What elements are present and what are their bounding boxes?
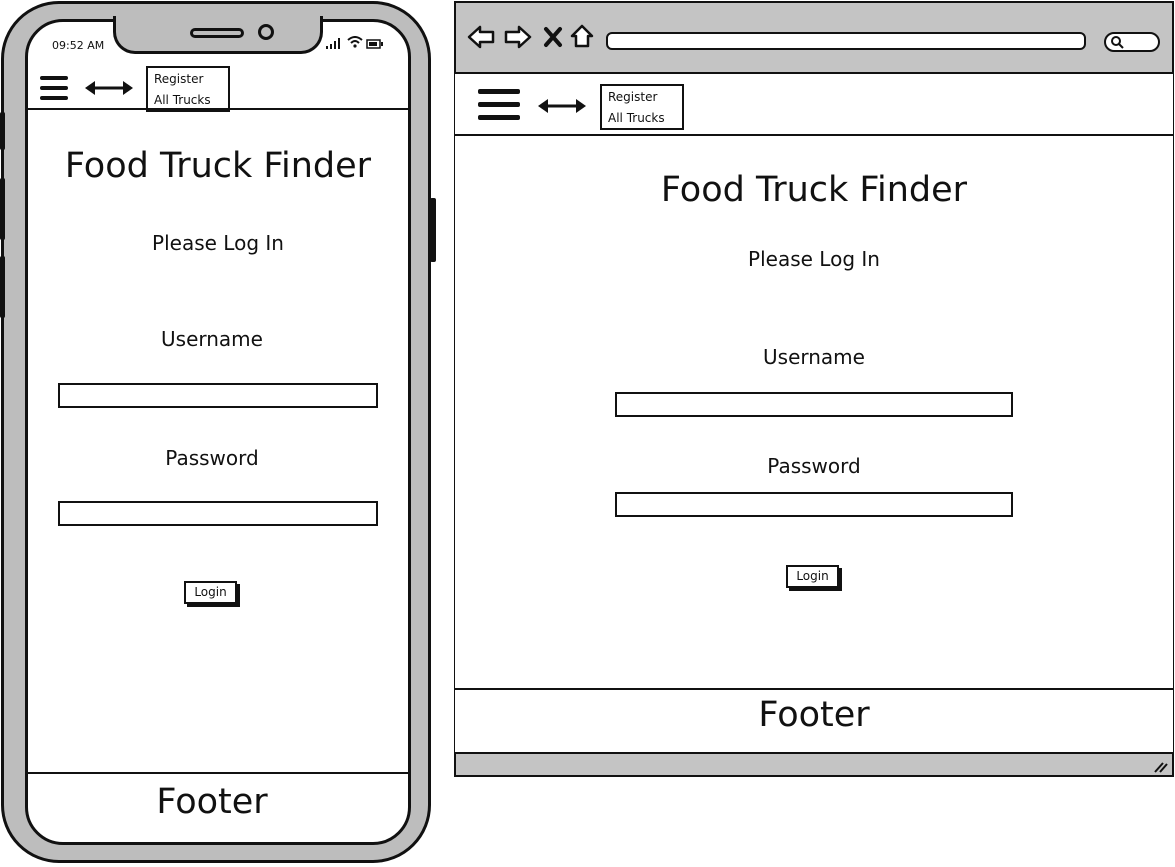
desktop-header-divider bbox=[455, 134, 1173, 136]
mobile-password-input[interactable] bbox=[58, 501, 378, 526]
signal-icon bbox=[326, 38, 340, 49]
phone-silent-switch bbox=[0, 112, 5, 150]
desktop-username-label: Username bbox=[763, 345, 865, 369]
url-bar[interactable] bbox=[606, 32, 1086, 50]
phone-camera bbox=[258, 24, 274, 40]
desktop-nav-all-trucks[interactable]: All Trucks bbox=[602, 108, 682, 129]
mobile-double-arrow-icon[interactable] bbox=[83, 79, 135, 97]
desktop-password-input[interactable] bbox=[615, 492, 1013, 517]
desktop-footer-divider bbox=[455, 688, 1173, 690]
desktop-username-input[interactable] bbox=[615, 392, 1013, 417]
browser-search-field[interactable] bbox=[1104, 32, 1160, 52]
mobile-password-label: Password bbox=[165, 446, 259, 470]
desktop-password-label: Password bbox=[767, 454, 861, 478]
back-icon[interactable] bbox=[466, 24, 496, 50]
desktop-login-button[interactable]: Login bbox=[786, 565, 839, 588]
desktop-hamburger-icon[interactable] bbox=[478, 89, 520, 120]
mobile-page-title: Food Truck Finder bbox=[64, 146, 372, 186]
mobile-username-input[interactable] bbox=[58, 383, 378, 408]
desktop-double-arrow-icon[interactable] bbox=[536, 97, 588, 115]
mobile-login-button[interactable]: Login bbox=[184, 581, 237, 604]
mobile-header-divider bbox=[28, 108, 408, 110]
mobile-login-heading: Please Log In bbox=[152, 231, 284, 255]
phone-volume-up bbox=[0, 178, 5, 240]
forward-icon[interactable] bbox=[503, 24, 533, 50]
resize-grip-icon[interactable] bbox=[1153, 761, 1169, 773]
battery-icon bbox=[366, 39, 383, 49]
search-icon bbox=[1111, 36, 1124, 49]
desktop-nav-menu: Register All Trucks bbox=[600, 84, 684, 130]
phone-screen bbox=[25, 19, 411, 845]
mobile-nav-menu: Register All Trucks bbox=[146, 66, 230, 112]
mobile-username-label: Username bbox=[161, 327, 263, 351]
wifi-icon bbox=[347, 36, 363, 48]
home-icon[interactable] bbox=[569, 23, 595, 49]
mobile-hamburger-icon[interactable] bbox=[40, 76, 68, 100]
desktop-page-title: Food Truck Finder bbox=[660, 170, 968, 210]
stop-icon[interactable] bbox=[543, 26, 563, 48]
desktop-nav-register[interactable]: Register bbox=[602, 87, 682, 108]
mobile-footer: Footer bbox=[156, 782, 268, 822]
phone-volume-down bbox=[0, 256, 5, 318]
mobile-nav-register[interactable]: Register bbox=[148, 69, 228, 90]
status-time: 09:52 AM bbox=[52, 39, 105, 52]
mobile-footer-divider bbox=[28, 772, 408, 774]
phone-speaker bbox=[190, 28, 244, 38]
desktop-login-heading: Please Log In bbox=[748, 247, 880, 271]
phone-power-button bbox=[430, 198, 436, 262]
desktop-footer: Footer bbox=[758, 695, 870, 735]
